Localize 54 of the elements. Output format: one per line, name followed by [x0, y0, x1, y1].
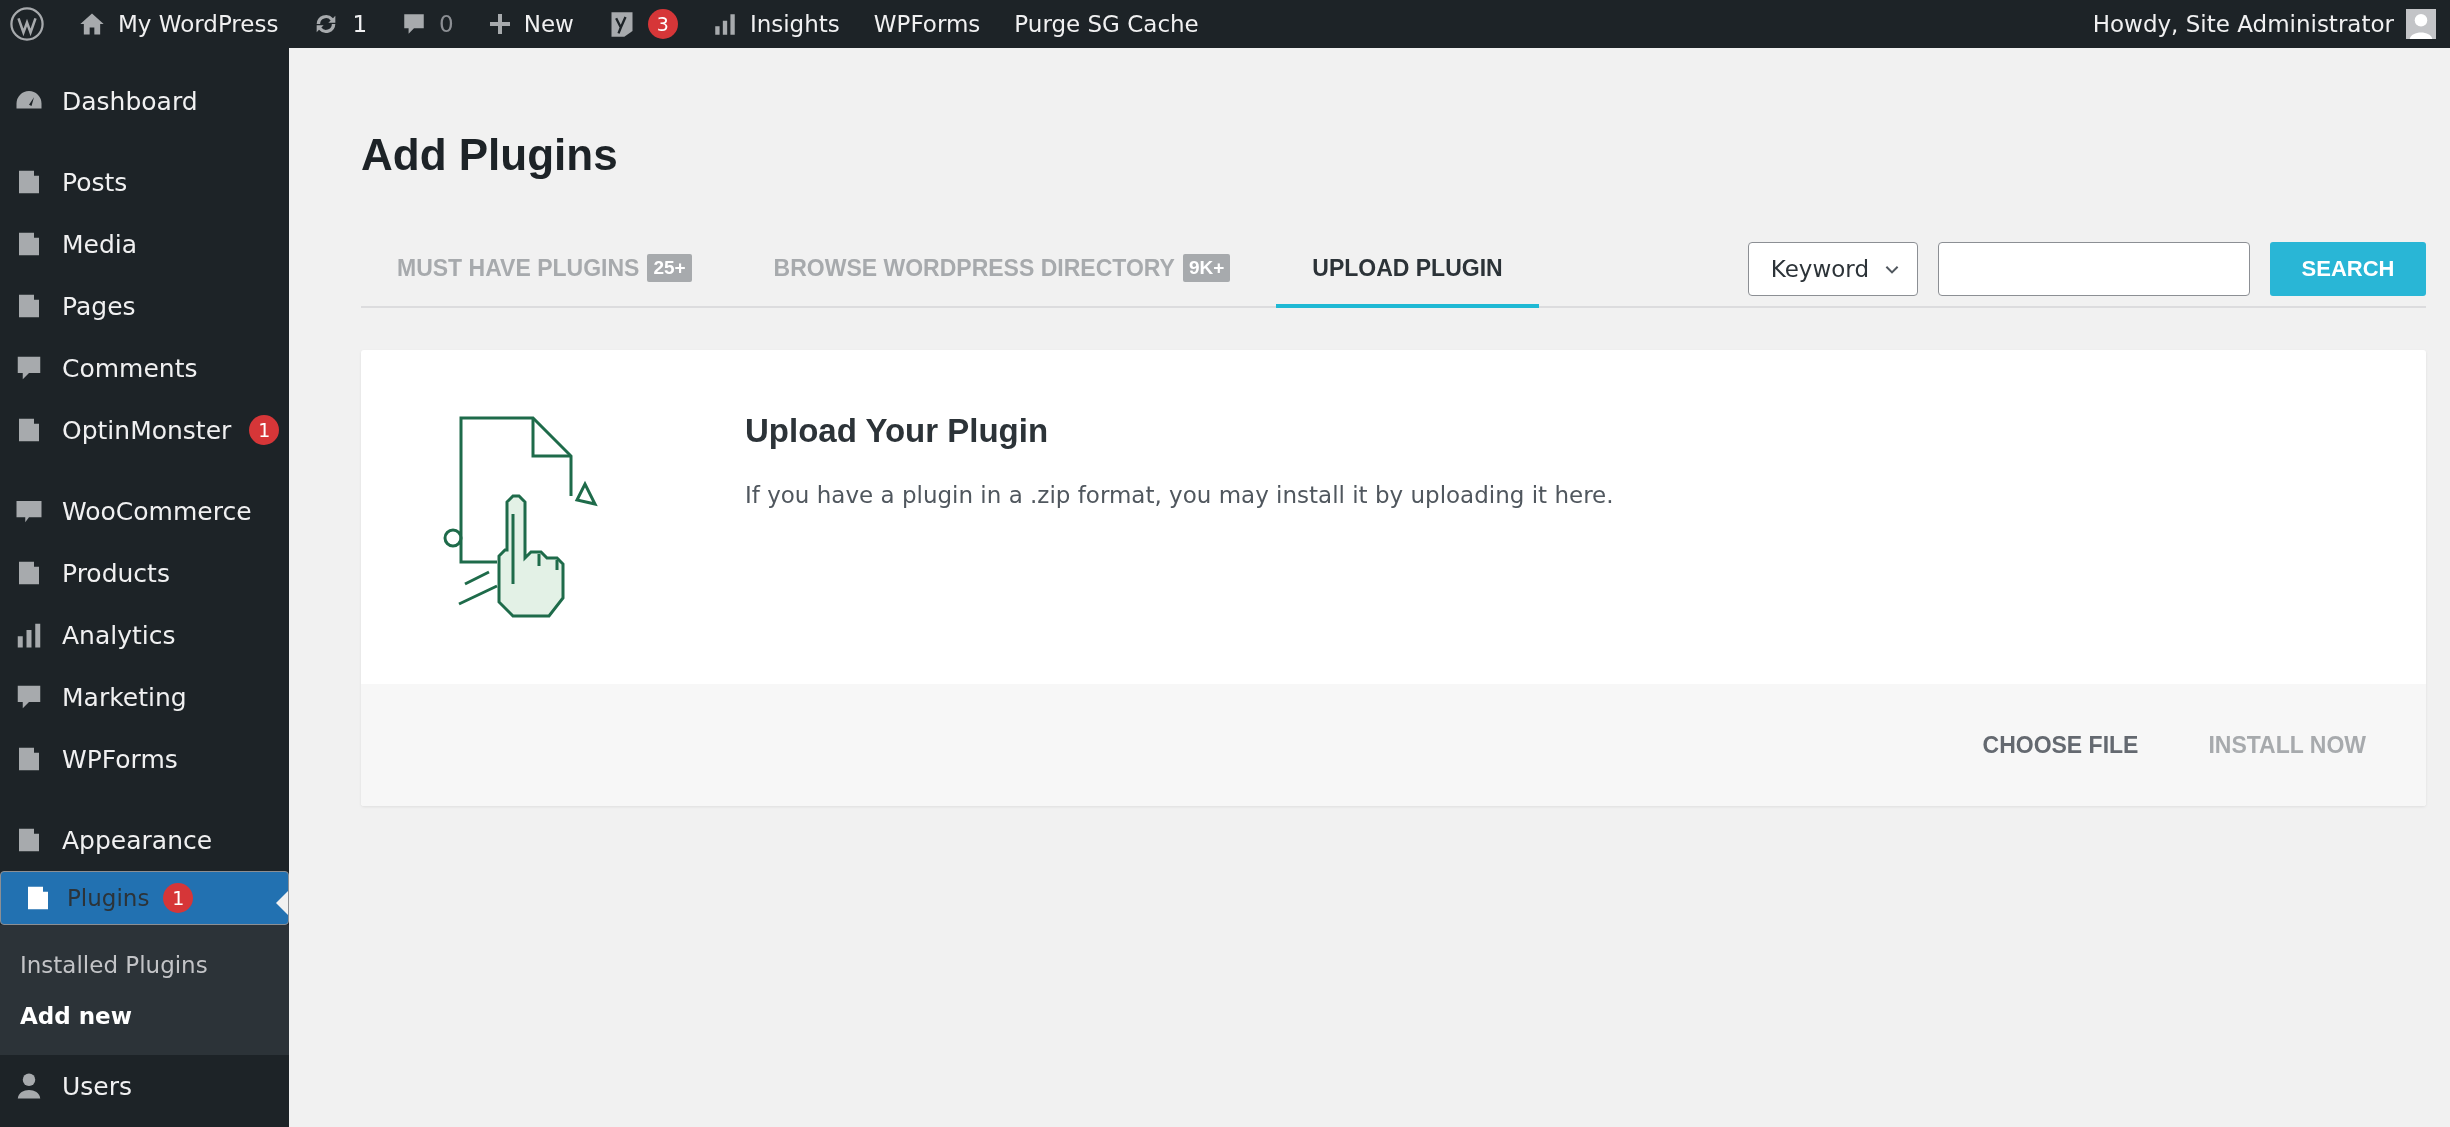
sidebar-item[interactable]: WPForms [0, 728, 289, 790]
sidebar-label: WooCommerce [62, 496, 252, 526]
purge-cache-link[interactable]: Purge SG Cache [1014, 11, 1199, 37]
submenu-item[interactable]: Add new [0, 990, 289, 1041]
count-badge: 9K+ [1182, 254, 1231, 282]
account-menu[interactable]: Howdy, Site Administrator [2092, 9, 2436, 39]
wpforms-link[interactable]: WPForms [873, 11, 981, 37]
sidebar-label: WPForms [62, 744, 178, 774]
sidebar-label: Products [62, 558, 170, 588]
sidebar-item[interactable]: Pages [0, 275, 289, 337]
sidebar-label: Analytics [62, 620, 176, 650]
wordpress-logo-icon[interactable] [10, 7, 44, 41]
sidebar-label: Users [62, 1071, 132, 1101]
plus-icon [487, 12, 512, 36]
sidebar-item[interactable]: Products [0, 542, 289, 604]
search-type-dropdown[interactable]: Keyword [1747, 242, 1918, 296]
sidebar-item[interactable]: Appearance [0, 809, 289, 871]
tab[interactable]: UPLOAD PLUGIN [1276, 232, 1539, 308]
sidebar-item[interactable]: WooCommerce [0, 480, 289, 542]
page-title: Add Plugins [361, 130, 619, 180]
sidebar-item[interactable]: Marketing [0, 666, 289, 728]
sidebar-item[interactable]: Dashboard [0, 70, 289, 132]
sidebar-item[interactable]: Users [0, 1055, 289, 1117]
sidebar-label: OptinMonster [62, 415, 232, 445]
upload-action-button[interactable]: CHOOSE FILE [1962, 721, 2159, 769]
sidebar-item[interactable]: Posts [0, 151, 289, 213]
sidebar-item[interactable]: OptinMonster 1 [0, 399, 289, 461]
sidebar-item[interactable]: Media [0, 213, 289, 275]
sidebar-label: Plugins [67, 885, 150, 911]
notification-count: 1 [163, 883, 194, 913]
sidebar-label: Marketing [62, 682, 187, 712]
upload-description: If you have a plugin in a .zip format, you may install it by uploading it here. [745, 482, 1614, 508]
site-link[interactable]: My WordPress [78, 10, 279, 38]
sidebar-label: Comments [62, 353, 198, 383]
sidebar-item[interactable]: Analytics [0, 604, 289, 666]
sidebar-label: Dashboard [62, 86, 198, 116]
count-badge: 25+ [647, 254, 692, 282]
notification-count: 1 [249, 415, 280, 445]
avatar-icon [2406, 9, 2436, 39]
sidebar-label: Media [62, 229, 138, 259]
sidebar-label: Appearance [62, 825, 213, 855]
updates-link[interactable]: 1 [312, 10, 368, 38]
sidebar-label: Posts [62, 167, 128, 197]
sidebar-label: Pages [62, 291, 136, 321]
insights-link[interactable]: Insights [711, 11, 840, 37]
sidebar-item[interactable]: Plugins 1 [0, 871, 289, 925]
upload-title: Upload Your Plugin [745, 412, 1050, 450]
submenu-item[interactable]: Installed Plugins [0, 939, 289, 990]
comments-link[interactable]: 0 [401, 11, 454, 37]
new-link[interactable]: New [487, 11, 574, 37]
notification-count: 3 [647, 9, 678, 39]
sidebar-item[interactable]: Comments [0, 337, 289, 399]
search-field[interactable] [1938, 242, 2250, 296]
seo-link[interactable]: 3 [607, 9, 678, 39]
